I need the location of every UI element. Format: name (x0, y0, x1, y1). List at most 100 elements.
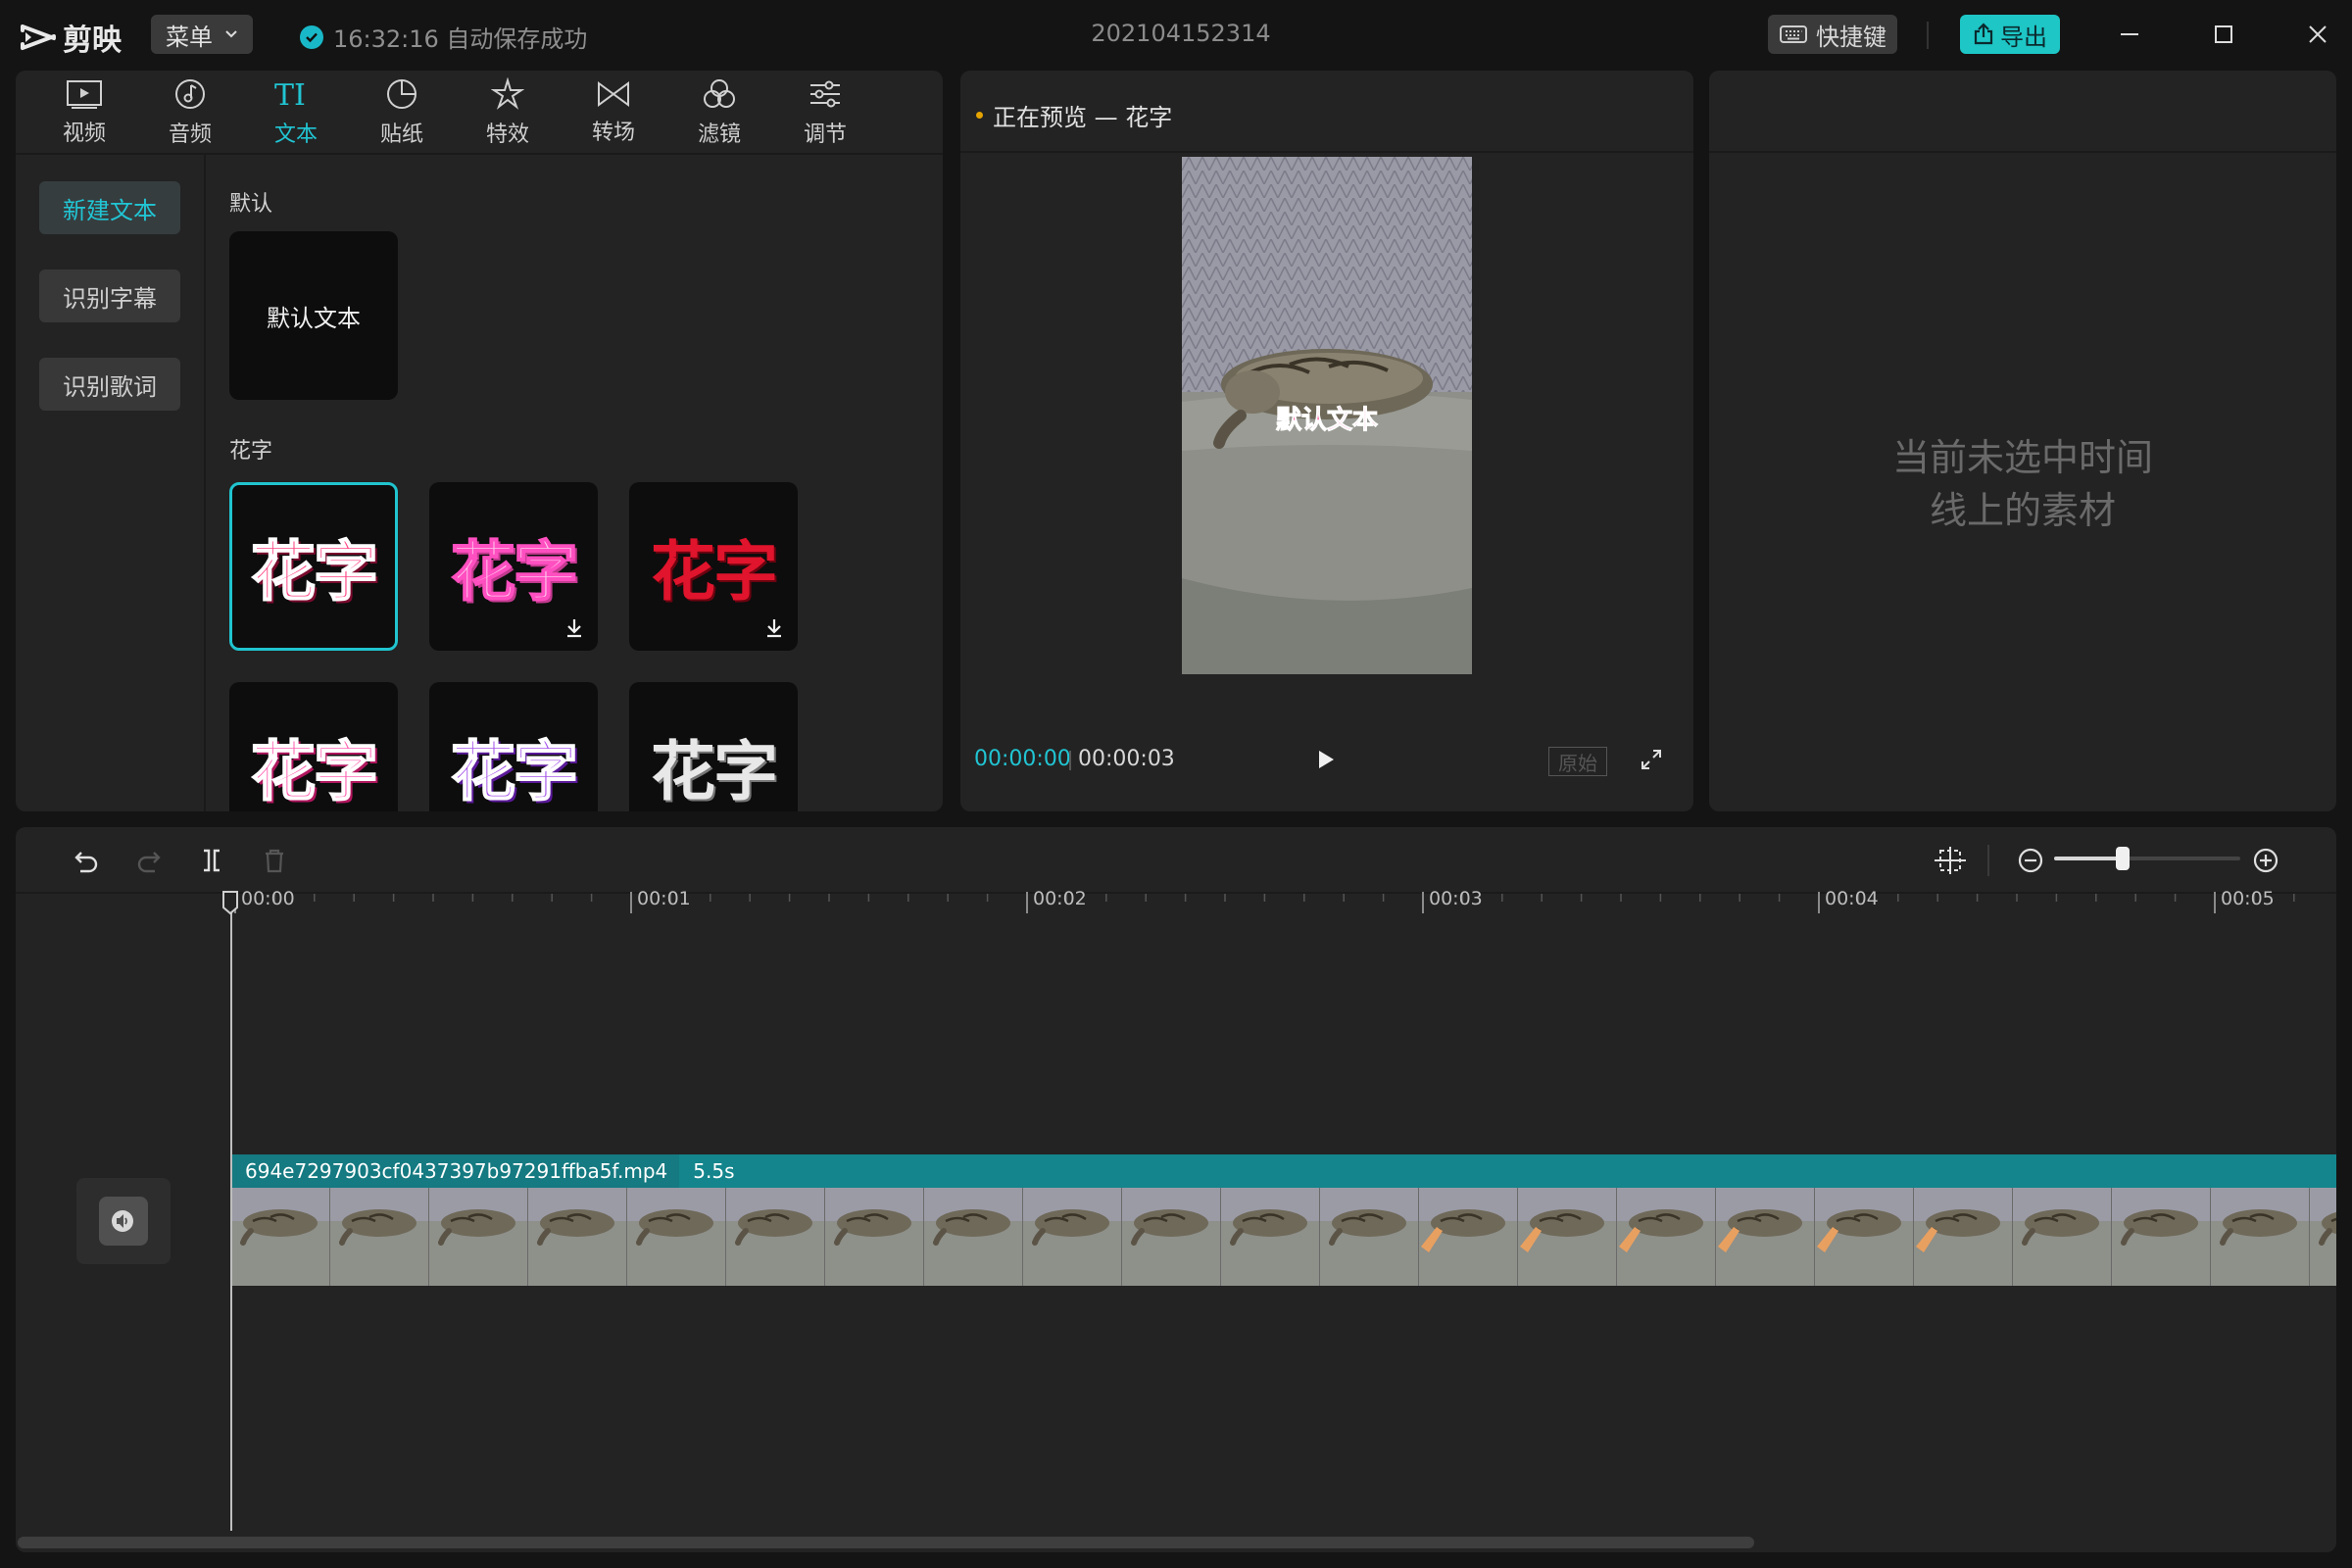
fancy-tile[interactable]: 花字 (229, 682, 398, 811)
timeline-scrollbar[interactable] (18, 1537, 1754, 1548)
tab-text[interactable]: TI 文本 (243, 71, 349, 155)
fancy-tile[interactable]: 花字 (629, 682, 798, 811)
zoom-in-icon (2253, 848, 2278, 873)
minimize-button[interactable] (2105, 10, 2154, 59)
zoom-slider-handle[interactable] (2116, 847, 2131, 870)
minimize-icon (2121, 33, 2138, 35)
tab-sticker-label: 贴纸 (379, 122, 423, 147)
fullscreen-button[interactable] (1637, 745, 1666, 774)
clip-thumbnail (2112, 1188, 2211, 1286)
clip-thumbnails (231, 1188, 2336, 1286)
video-preview[interactable]: 默认文本 (1182, 157, 1472, 674)
nav-recognize-subtitles[interactable]: 识别字幕 (39, 270, 180, 322)
download-icon[interactable] (764, 617, 784, 639)
tab-text-label: 文本 (273, 122, 318, 147)
fancy-tile-text: 花字 (651, 734, 778, 809)
redo-button[interactable] (129, 841, 169, 880)
svg-text:TI: TI (274, 78, 306, 111)
keyboard-icon (1780, 25, 1807, 43)
tab-video[interactable]: 视频 (31, 71, 137, 155)
download-icon[interactable] (564, 617, 584, 639)
export-button[interactable]: 导出 (1960, 15, 2060, 54)
delete-button[interactable] (255, 841, 294, 880)
chevron-down-icon (225, 30, 237, 38)
tab-adjust[interactable]: 调节 (772, 71, 878, 155)
transition-icon (598, 81, 629, 107)
tab-effects[interactable]: 特效 (455, 71, 561, 155)
current-time: 00:00:00 (974, 747, 1071, 771)
zoom-in-button[interactable] (2246, 841, 2285, 880)
clip-thumbnail (1320, 1188, 1419, 1286)
play-icon (1319, 751, 1334, 768)
no-selection-message: 当前未选中时间 线上的素材 (1709, 431, 2336, 537)
fancy-tile[interactable]: 花字 (429, 682, 598, 811)
fancy-tile[interactable]: 花字 (629, 482, 798, 651)
playhead-handle[interactable] (221, 890, 239, 915)
effects-icon (491, 77, 524, 110)
tab-adjust-label: 调节 (803, 122, 847, 147)
clip-thumbnail (1122, 1188, 1221, 1286)
aspect-ratio-button[interactable]: 原始 (1548, 747, 1607, 776)
nav-recognize-lyrics[interactable]: 识别歌词 (39, 358, 180, 411)
ruler-ticks (234, 892, 2295, 913)
ruler-label: 00:03 (1429, 888, 1483, 909)
tab-effects-label: 特效 (485, 122, 529, 147)
no-selection-line1: 当前未选中时间 (1891, 436, 2153, 479)
tab-filter[interactable]: 滤镜 (666, 71, 772, 155)
tool-tabs: 视频 音频 TI 文本 贴纸 特效 转场 滤镜 调节 (31, 71, 878, 155)
time-ruler[interactable]: 00:00 00:01 00:02 00:03 00:04 00:05 (225, 888, 2336, 917)
undo-button[interactable] (67, 841, 106, 880)
menu-button[interactable]: 菜单 (151, 15, 253, 54)
fancy-tile[interactable]: 花字 (229, 482, 398, 651)
clip-thumbnail (2211, 1188, 2310, 1286)
shortcut-button[interactable]: 快捷键 (1768, 15, 1897, 54)
menu-label: 菜单 (166, 23, 213, 51)
clip-thumbnail (825, 1188, 924, 1286)
close-icon (2309, 25, 2327, 43)
export-icon (1974, 23, 1993, 45)
maximize-icon (2215, 25, 2232, 43)
clip-header[interactable]: 694e7297903cf0437397b97291ffba5f.mp4 5.5… (231, 1154, 2336, 1188)
check-circle-icon (300, 24, 323, 49)
adjust-icon (810, 80, 840, 108)
video-text-overlay[interactable]: 默认文本 (1182, 400, 1472, 436)
tab-sticker[interactable]: 贴纸 (349, 71, 455, 155)
split-button[interactable] (192, 841, 231, 880)
section-default-label: 默认 (229, 192, 273, 217)
default-text-tile[interactable]: 默认文本 (229, 231, 398, 400)
close-button[interactable] (2293, 10, 2342, 59)
preview-title-text: 正在预览 — 花字 (993, 104, 1173, 131)
clip-thumbnail (1617, 1188, 1716, 1286)
snap-icon (1935, 847, 1966, 874)
text-category-nav (16, 155, 206, 811)
ruler-label: 00:01 (637, 888, 691, 909)
ruler-label: 00:05 (2221, 888, 2275, 909)
clip-thumbnail (1221, 1188, 1320, 1286)
clip-thumbnail (627, 1188, 726, 1286)
export-label: 导出 (2000, 23, 2047, 51)
clip-thumbnail (1518, 1188, 1617, 1286)
properties-header (1709, 71, 2336, 153)
split-icon (204, 849, 220, 872)
play-button[interactable] (1311, 745, 1341, 774)
tab-audio[interactable]: 音频 (137, 71, 243, 155)
zoom-out-button[interactable] (2011, 841, 2050, 880)
time-separator (1069, 751, 1071, 770)
maximize-button[interactable] (2199, 10, 2248, 59)
tab-transition[interactable]: 转场 (561, 71, 666, 155)
fancy-tile-text: 花字 (250, 533, 379, 611)
fancy-tile[interactable]: 花字 (429, 482, 598, 651)
autosave-status: 16:32:16 自动保存成功 (300, 20, 587, 54)
delete-icon (266, 849, 283, 873)
tab-audio-label: 音频 (168, 122, 212, 147)
snap-toggle-button[interactable] (1931, 841, 1970, 880)
shortcut-label: 快捷键 (1816, 23, 1886, 51)
filter-icon (704, 79, 735, 108)
section-fancy-label: 花字 (229, 439, 273, 464)
ruler-label: 00:02 (1033, 888, 1087, 909)
fancy-tile-text: 花字 (250, 733, 379, 810)
track-audio-toggle[interactable] (76, 1178, 171, 1264)
nav-new-text[interactable]: 新建文本 (39, 181, 180, 234)
clip-thumbnail (330, 1188, 429, 1286)
video-icon (67, 80, 102, 109)
